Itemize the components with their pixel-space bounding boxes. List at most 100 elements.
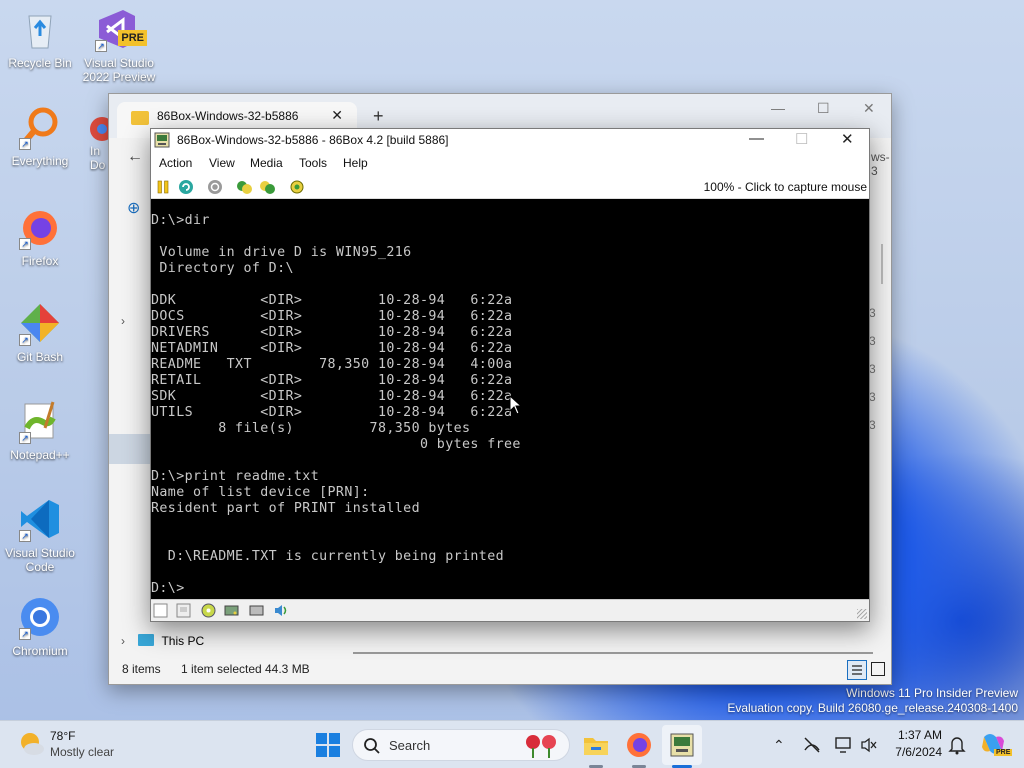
ctrl-alt-esc-icon[interactable] xyxy=(236,179,252,195)
dos-line: DRIVERS <DIR> 10-28-94 6:22a xyxy=(151,325,513,340)
firefox-icon: ↗ xyxy=(17,204,63,250)
explorer-tab-title: 86Box-Windows-32-b5886 xyxy=(157,109,299,123)
new-tab-button[interactable]: + xyxy=(373,106,384,127)
menu-view[interactable]: View xyxy=(209,156,235,170)
start-button[interactable] xyxy=(314,731,342,759)
explorer-scrollbar[interactable] xyxy=(881,244,883,284)
ctrl-alt-del-icon[interactable] xyxy=(207,179,223,195)
desktop-icon-label: Visual Studio Code xyxy=(5,546,75,574)
emulator-close-button[interactable]: ✕ xyxy=(841,130,854,148)
menu-tools[interactable]: Tools xyxy=(299,156,327,170)
tab-close-icon[interactable]: ✕ xyxy=(331,107,343,124)
explorer-close-button[interactable]: ✕ xyxy=(863,100,875,117)
explorer-minimize-button[interactable]: — xyxy=(771,100,785,116)
shortcut-arrow-icon: ↗ xyxy=(19,238,31,250)
network-disconnected-icon[interactable] xyxy=(802,736,822,754)
settings-icon[interactable] xyxy=(289,179,305,195)
clock[interactable]: 1:37 AM 7/6/2024 xyxy=(886,727,942,761)
dos-line: DOCS <DIR> 10-28-94 6:22a xyxy=(151,309,513,324)
explorer-maximize-button[interactable]: ☐ xyxy=(817,100,830,117)
chromium-icon: ↗ xyxy=(17,594,63,640)
menu-media[interactable]: Media xyxy=(250,156,283,170)
desktop-icon-label: Notepad++ xyxy=(10,448,70,462)
resize-grip-icon[interactable] xyxy=(857,609,867,619)
new-item-button[interactable]: ⊕ xyxy=(127,198,140,218)
sound-icon[interactable] xyxy=(273,603,288,618)
dos-line: README TXT 78,350 10-28-94 4:00a xyxy=(151,357,513,372)
desktop-icon-everything[interactable]: ↗ Everything xyxy=(0,104,80,168)
nav-selected-row xyxy=(109,434,151,464)
taskbar-file-explorer[interactable] xyxy=(582,731,610,759)
desktop-icon-firefox[interactable]: ↗ Firefox xyxy=(0,204,80,268)
desktop-icon-notepadpp[interactable]: ↗ Notepad++ xyxy=(0,398,80,462)
details-view-button[interactable] xyxy=(847,660,867,680)
desktop-icon-visual-studio-preview[interactable]: PRE ↗ Visual Studio 2022 Preview xyxy=(76,6,156,84)
chrome-icon xyxy=(80,114,110,144)
shortcut-arrow-icon: ↗ xyxy=(19,530,31,542)
taskbar: 78°F Mostly clear Search ⌃ 1:37 AM 7/6/2… xyxy=(0,720,1024,768)
status-item-count: 8 items xyxy=(122,662,161,676)
desktop-icon-partial[interactable]: In Do xyxy=(80,114,110,172)
emulated-dos-screen[interactable]: D:\>dir Volume in drive D is WIN95_216 D… xyxy=(151,199,869,599)
shortcut-arrow-icon: ↗ xyxy=(19,138,31,150)
desktop-icon-label: Chromium xyxy=(12,644,68,658)
shortcut-arrow-icon: ↗ xyxy=(19,432,31,444)
visual-studio-icon: PRE ↗ xyxy=(93,6,147,52)
cdrom-drive-icon[interactable] xyxy=(201,603,216,618)
nav-item-this-pc[interactable]: › This PC xyxy=(121,634,204,648)
nav-expand-chevron-icon[interactable]: › xyxy=(121,314,125,328)
network-icon[interactable] xyxy=(249,603,264,618)
menu-action[interactable]: Action xyxy=(159,156,192,170)
git-bash-icon: ↗ xyxy=(17,300,63,346)
folder-icon xyxy=(131,111,149,125)
dos-line: NETADMIN <DIR> 10-28-94 6:22a xyxy=(151,341,513,356)
dos-line: SDK <DIR> 10-28-94 6:22a xyxy=(151,389,513,404)
volume-muted-icon[interactable] xyxy=(860,736,878,754)
folder-icon xyxy=(584,738,608,755)
dos-line: D:\>dir xyxy=(151,213,210,228)
copilot-pre-badge: PRE xyxy=(994,749,1013,756)
desktop-icon-label: In Do xyxy=(90,144,106,172)
clock-time: 1:37 AM xyxy=(897,728,942,742)
emulator-toolbar: 100% - Click to capture mouse xyxy=(151,175,869,199)
mouse-pointer-icon xyxy=(509,395,523,415)
emulator-titlebar[interactable]: 86Box-Windows-32-b5886 - 86Box 4.2 [buil… xyxy=(151,129,869,151)
tray-overflow-chevron-icon[interactable]: ⌃ xyxy=(773,737,785,754)
emulator-minimize-button[interactable]: — xyxy=(749,130,764,147)
list-view-icon xyxy=(852,665,862,675)
dos-line: Directory of D:\ xyxy=(151,261,294,276)
floppy-drive-b-icon[interactable] xyxy=(176,603,191,618)
hard-disk-icon[interactable] xyxy=(224,603,239,618)
emulator-window-title: 86Box-Windows-32-b5886 - 86Box 4.2 [buil… xyxy=(177,133,449,147)
taskbar-86box[interactable] xyxy=(668,731,696,759)
back-button[interactable]: ← xyxy=(127,148,143,166)
floppy-drive-icon[interactable] xyxy=(153,603,168,618)
explorer-hscroll[interactable] xyxy=(353,652,873,654)
weather-widget[interactable]: 78°F Mostly clear xyxy=(14,729,134,761)
taskbar-search-box[interactable]: Search xyxy=(352,729,570,761)
recycle-bin-icon xyxy=(17,6,63,52)
hard-reset-icon[interactable] xyxy=(178,179,194,195)
desktop-icon-recycle-bin[interactable]: Recycle Bin xyxy=(0,6,80,70)
notification-bell-icon[interactable] xyxy=(948,735,966,755)
dos-line: RETAIL <DIR> 10-28-94 6:22a xyxy=(151,373,513,388)
menu-help[interactable]: Help xyxy=(343,156,368,170)
86box-app-icon xyxy=(154,132,170,148)
dos-line: 0 bytes free xyxy=(151,437,521,452)
pause-icon[interactable] xyxy=(155,179,171,195)
dos-line: DDK <DIR> 10-28-94 6:22a xyxy=(151,293,513,308)
power-icon[interactable] xyxy=(259,179,275,195)
desktop-icon-chromium[interactable]: ↗ Chromium xyxy=(0,594,80,658)
desktop-icon-label: Recycle Bin xyxy=(8,56,72,70)
windows-logo-icon xyxy=(316,733,340,757)
desktop-icon-vscode[interactable]: ↗ Visual Studio Code xyxy=(0,496,80,574)
tiles-view-button[interactable] xyxy=(871,662,885,676)
emulator-window-86box[interactable]: 86Box-Windows-32-b5886 - 86Box 4.2 [buil… xyxy=(150,128,870,622)
dos-line: Resident part of PRINT installed xyxy=(151,501,420,516)
taskbar-firefox[interactable] xyxy=(625,731,653,759)
desktop-icon-git-bash[interactable]: ↗ Git Bash xyxy=(0,300,80,364)
display-icon[interactable] xyxy=(834,736,854,754)
emulator-maximize-button[interactable]: ☐ xyxy=(795,130,808,148)
search-placeholder: Search xyxy=(389,738,431,753)
moon-cloud-icon xyxy=(21,733,44,755)
